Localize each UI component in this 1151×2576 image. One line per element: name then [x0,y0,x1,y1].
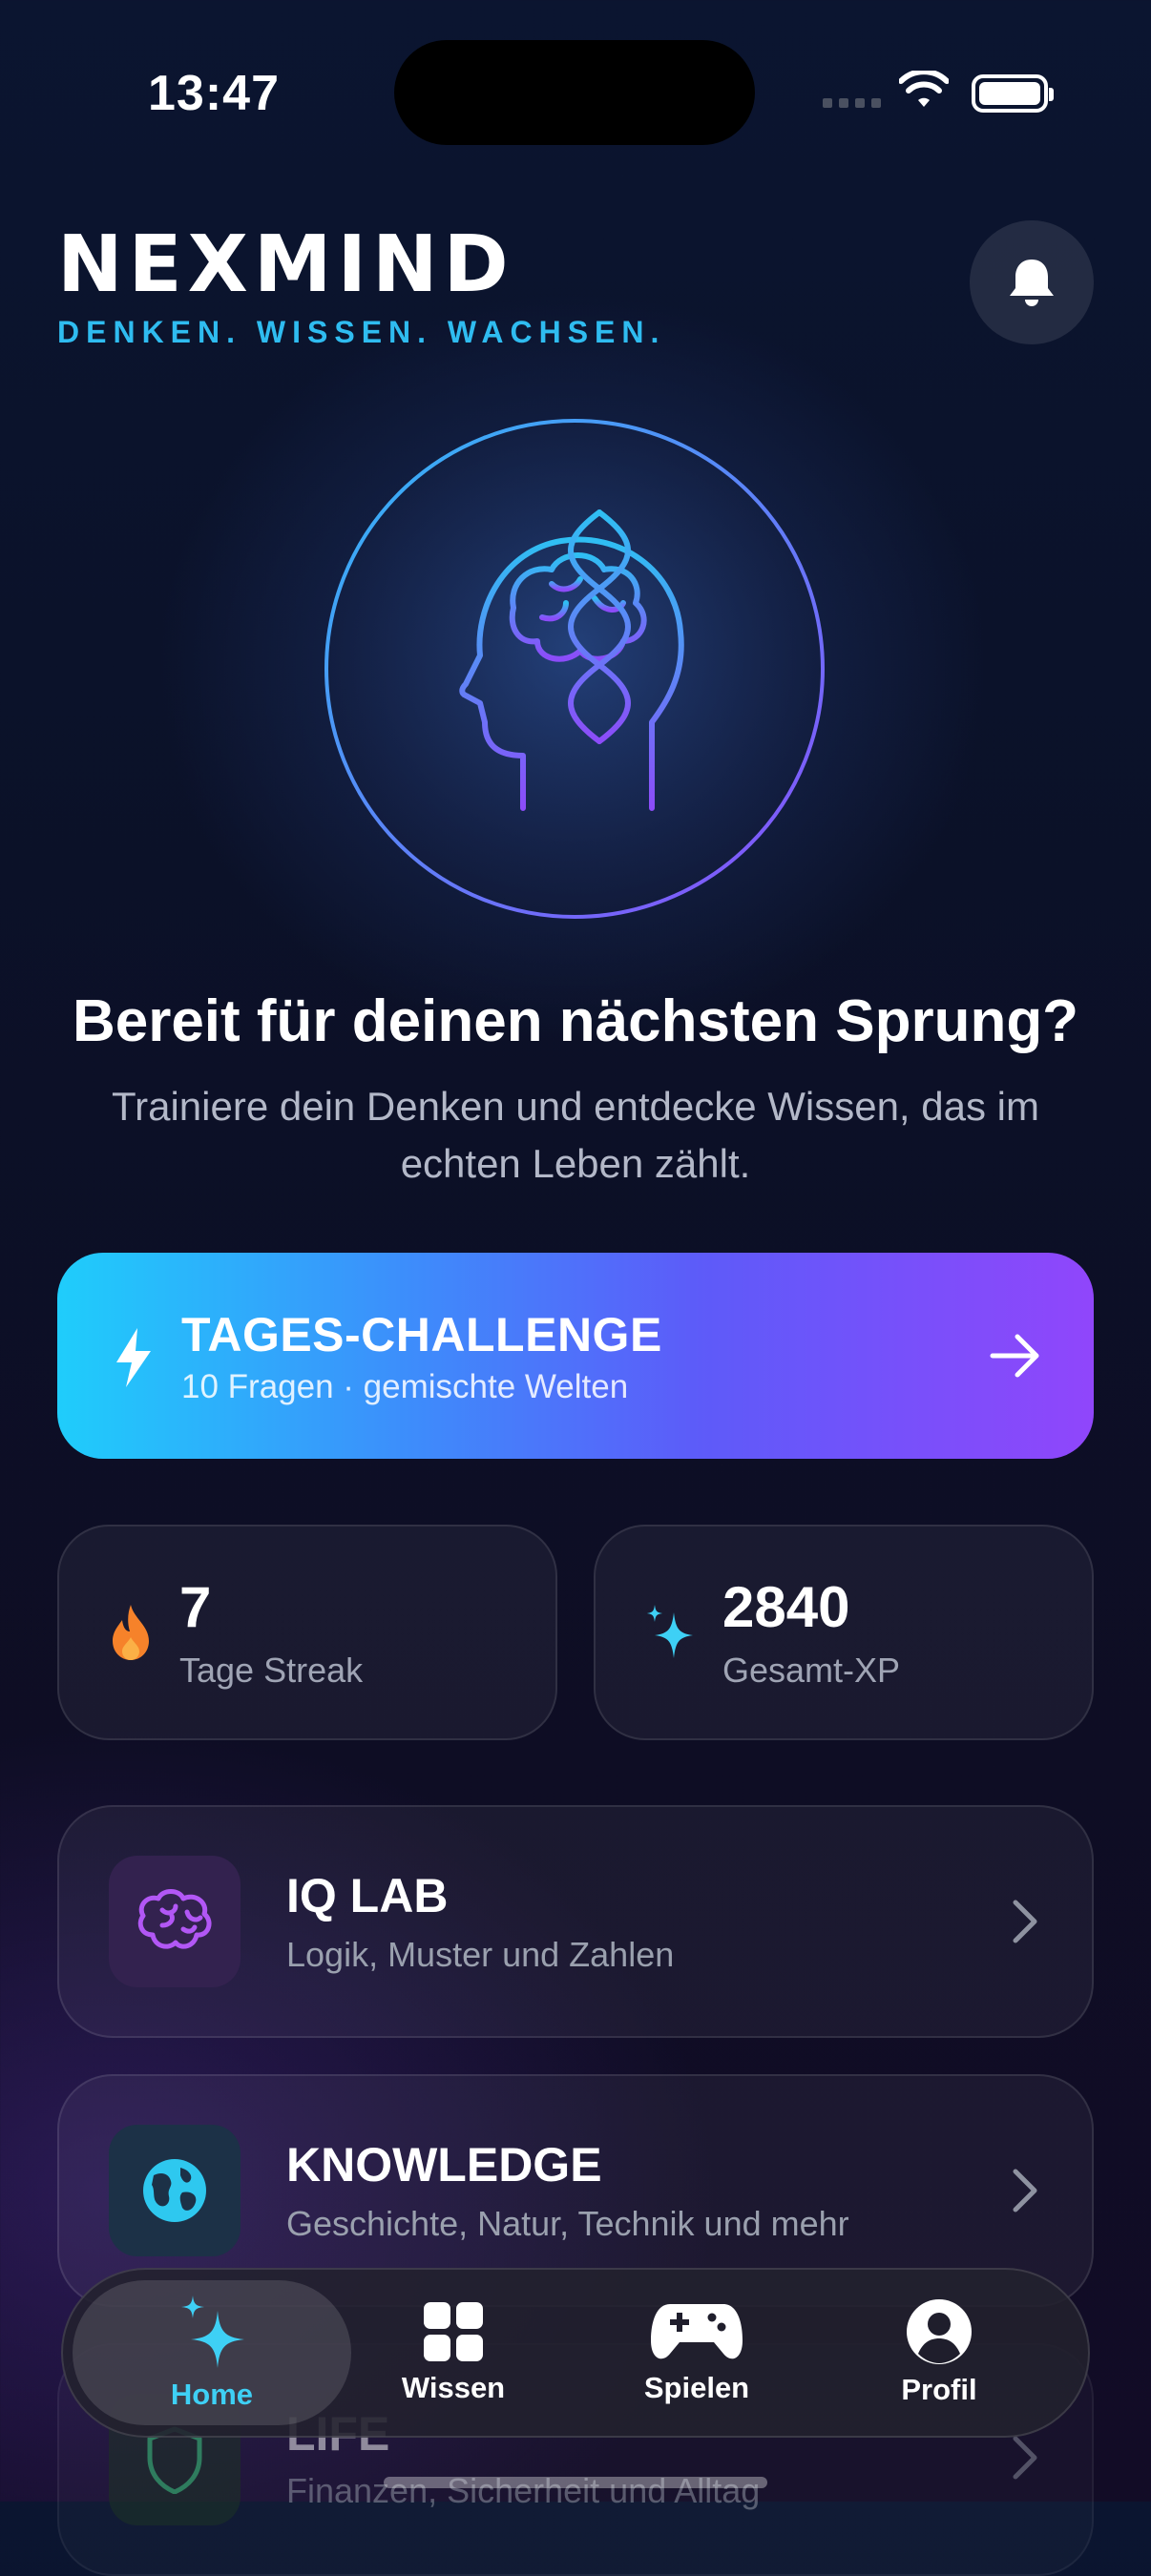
lightning-icon [116,1328,151,1387]
tab-home[interactable]: Home [97,2268,326,2438]
chevron-right-icon [1013,2169,1037,2212]
sparkles-icon [181,2296,244,2368]
app-logo: NEXMIND [57,219,514,310]
card-title-knowledge: KNOWLEDGE [286,2138,602,2192]
hero-subline: Trainiere dein Denken und entdecke Wisse… [112,1084,1039,1186]
tab-profil[interactable]: Profil [825,2268,1054,2438]
home-indicator [384,2477,767,2488]
card-subtitle-iq-lab: Logik, Muster und Zahlen [286,1935,675,1974]
gamepad-icon [651,2304,743,2359]
category-icon-tile [109,2125,241,2256]
streak-value: 7 [179,1575,212,1639]
status-time: 13:47 [148,66,280,121]
globe-icon [143,2159,206,2222]
brain-dna-illustration [324,419,825,919]
tab-label-spielen: Spielen [643,2371,750,2404]
grid-icon [424,2302,483,2361]
tab-spielen[interactable]: Spielen [582,2268,811,2438]
xp-value: 2840 [722,1575,850,1639]
hero-headline: Bereit für deinen nächsten Sprung? [72,988,1079,1054]
sparkle-icon [647,1605,693,1658]
person-icon [907,2299,972,2364]
notifications-button[interactable] [970,220,1094,344]
challenge-title: TAGES-CHALLENGE [181,1308,662,1361]
app-tagline: DENKEN. WISSEN. WACHSEN. [57,315,666,349]
bell-icon [1010,260,1054,306]
tab-label-profil: Profil [901,2373,977,2406]
battery-icon [972,74,1054,113]
tab-label-home: Home [170,2378,254,2411]
chevron-right-icon [1013,2436,1037,2480]
streak-label: Tage Streak [179,1651,364,1690]
arrow-right-icon [990,1334,1039,1378]
flame-icon [113,1605,149,1660]
chevron-right-icon [1013,1900,1037,1943]
category-icon-tile [109,1856,241,1987]
tab-wissen[interactable]: Wissen [339,2268,568,2438]
cellular-signal-icon [823,98,881,108]
card-subtitle-knowledge: Geschichte, Natur, Technik und mehr [286,2204,849,2243]
card-title-iq-lab: IQ LAB [286,1869,449,1922]
brain-icon [137,1889,212,1949]
wifi-icon [899,71,949,107]
xp-label: Gesamt-XP [722,1651,901,1690]
tab-label-wissen: Wissen [401,2371,506,2404]
challenge-subtitle: 10 Fragen · gemischte Welten [181,1368,629,1405]
dynamic-island [394,40,755,145]
